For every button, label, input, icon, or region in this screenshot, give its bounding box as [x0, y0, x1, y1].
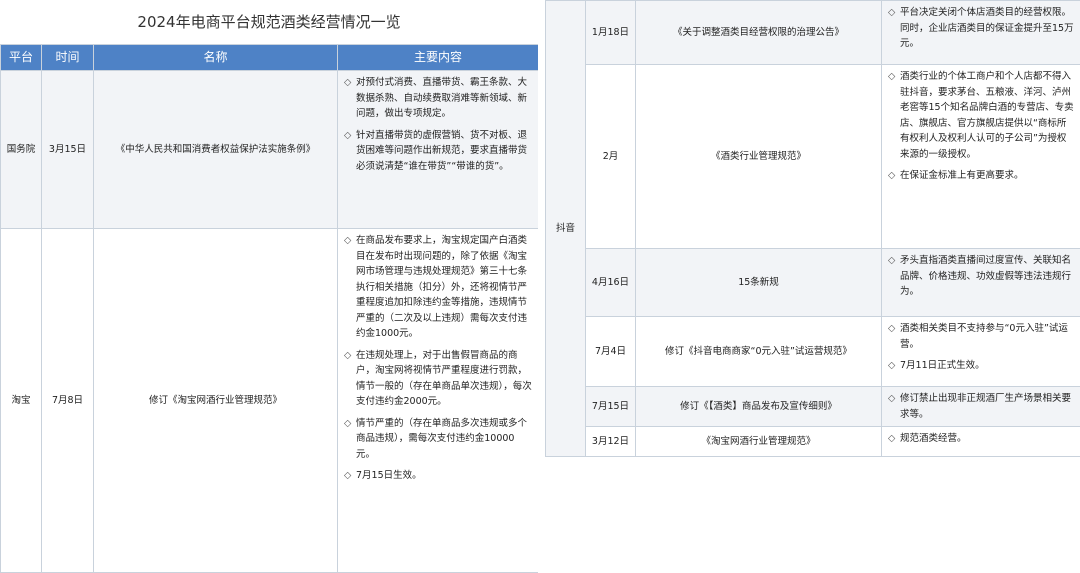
list-item: ◇ 对预付式消费、直播带货、霸王条款、大数据杀熟、自动续费取消难等新领域、新问题，… — [344, 75, 532, 122]
diamond-bullet-icon: ◇ — [888, 433, 896, 444]
list-item: ◇ 规范酒类经营。 — [888, 431, 1074, 447]
item-text: 7月15日生效。 — [356, 470, 422, 481]
platform-cell: 国务院 — [0, 70, 42, 229]
list-item: ◇ 针对直播带货的虚假营销、货不对板、退货困难等问题作出新规范，要求直播带货必须说… — [344, 128, 532, 175]
time-cell: 3月12日 — [585, 426, 636, 457]
name-cell: 《酒类行业管理规范》 — [635, 64, 882, 249]
time-cell: 7月4日 — [585, 316, 636, 387]
time-cell: 4月16日 — [585, 248, 636, 317]
item-text: 平台决定关闭个体店酒类目的经营权限。同时，企业店酒类目的保证金提升至15万元。 — [900, 7, 1074, 49]
table-row: 7月4日 修订《抖音电商商家“0元入驻”试运营规范》 ◇ 酒类相关类目不支持参与“… — [546, 316, 1080, 387]
content-cell: ◇ 酒类行业的个体工商户和个人店都不得入驻抖音，要求茅台、五粮液、洋河、泸州老窖等… — [881, 64, 1080, 249]
list-item: ◇ 情节严重的（存在单商品多次违规或多个商品违规），需每次支付违约金10000元。 — [344, 416, 532, 463]
content-cell: ◇ 矛头直指酒类直播间过度宣传、关联知名品牌、价格违规、功效虚假等违法违规行为。 — [881, 248, 1080, 317]
time-cell: 3月15日 — [41, 70, 94, 229]
table-row: 淘宝 7月8日 修订《淘宝网酒行业管理规范》 ◇ 在商品发布要求上，淘宝规定国产白… — [0, 228, 539, 573]
list-item: ◇ 修订禁止出现非正规酒厂生产场景相关要求等。 — [888, 391, 1074, 422]
list-item: ◇ 矛头直指酒类直播间过度宣传、关联知名品牌、价格违规、功效虚假等违法违规行为。 — [888, 253, 1074, 300]
header-content: 主要内容 — [337, 44, 539, 71]
list-item: ◇ 平台决定关闭个体店酒类目的经营权限。同时，企业店酒类目的保证金提升至15万元。 — [888, 5, 1074, 52]
time-cell: 7月15日 — [585, 386, 636, 427]
left-table-panel: 2024年电商平台规范酒类经营情况一览 平台 时间 名称 主要内容 国务院 3月… — [0, 0, 539, 573]
table-row: 2月 《酒类行业管理规范》 ◇ 酒类行业的个体工商户和个人店都不得入驻抖音，要求茅… — [546, 64, 1080, 249]
list-item: ◇ 酒类相关类目不支持参与“0元入驻”试运营。 — [888, 321, 1074, 352]
name-cell: 《中华人民共和国消费者权益保护法实施条例》 — [93, 70, 338, 229]
diamond-bullet-icon: ◇ — [888, 360, 896, 371]
diamond-bullet-icon: ◇ — [888, 71, 896, 82]
list-item: ◇ 酒类行业的个体工商户和个人店都不得入驻抖音，要求茅台、五粮液、洋河、泸州老窖等… — [888, 69, 1074, 162]
time-cell: 1月18日 — [585, 0, 636, 65]
header-time: 时间 — [41, 44, 94, 71]
name-cell: 修订《【酒类】商品发布及宣传细则》 — [635, 386, 882, 427]
content-cell: ◇ 酒类相关类目不支持参与“0元入驻”试运营。 ◇ 7月11日正式生效。 — [881, 316, 1080, 387]
content-cell: ◇ 平台决定关闭个体店酒类目的经营权限。同时，企业店酒类目的保证金提升至15万元。 — [881, 0, 1080, 65]
list-item: ◇ 在违规处理上，对于出售假冒商品的商户，淘宝网将视情节严重程度进行罚款，情节一般… — [344, 348, 532, 410]
table-row: 国务院 3月15日 《中华人民共和国消费者权益保护法实施条例》 ◇ 对预付式消费、… — [0, 70, 539, 229]
item-text: 修订禁止出现非正规酒厂生产场景相关要求等。 — [900, 393, 1072, 420]
panel-gap — [538, 0, 545, 573]
item-text: 对预付式消费、直播带货、霸王条款、大数据杀熟、自动续费取消难等新领域、新问题，做… — [356, 77, 528, 119]
item-text: 在保证金标准上有更高要求。 — [900, 170, 1024, 181]
name-cell: 修订《淘宝网酒行业管理规范》 — [93, 228, 338, 573]
content-cell: ◇ 在商品发布要求上，淘宝规定国产白酒类目在发布时出现问题的，除了依据《淘宝网市场… — [337, 228, 539, 573]
item-text: 7月11日正式生效。 — [900, 360, 985, 371]
diamond-bullet-icon: ◇ — [888, 393, 896, 404]
content-cell: ◇ 规范酒类经营。 — [881, 426, 1080, 457]
name-cell: 《关于调整酒类目经营权限的治理公告》 — [635, 0, 882, 65]
diamond-bullet-icon: ◇ — [888, 323, 896, 334]
right-table: 抖音 1月18日 《关于调整酒类目经营权限的治理公告》 ◇ 平台决定关闭个体店酒类… — [545, 0, 1080, 457]
item-text: 规范酒类经营。 — [900, 433, 967, 444]
diamond-bullet-icon: ◇ — [344, 235, 352, 246]
list-item: ◇ 在商品发布要求上，淘宝规定国产白酒类目在发布时出现问题的，除了依据《淘宝网市场… — [344, 233, 532, 342]
item-text: 在商品发布要求上，淘宝规定国产白酒类目在发布时出现问题的，除了依据《淘宝网市场管… — [356, 235, 528, 339]
diamond-bullet-icon: ◇ — [888, 170, 896, 181]
item-text: 矛头直指酒类直播间过度宣传、关联知名品牌、价格违规、功效虚假等违法违规行为。 — [900, 255, 1072, 297]
content-cell: ◇ 修订禁止出现非正规酒厂生产场景相关要求等。 — [881, 386, 1080, 427]
item-text: 酒类相关类目不支持参与“0元入驻”试运营。 — [900, 323, 1068, 350]
list-item: ◇ 在保证金标准上有更高要求。 — [888, 168, 1074, 184]
header-name: 名称 — [93, 44, 338, 71]
diamond-bullet-icon: ◇ — [344, 129, 352, 141]
content-cell: ◇ 对预付式消费、直播带货、霸王条款、大数据杀熟、自动续费取消难等新领域、新问题，… — [337, 70, 539, 229]
diamond-bullet-icon: ◇ — [344, 77, 352, 88]
time-cell: 2月 — [585, 64, 636, 249]
diamond-bullet-icon: ◇ — [344, 349, 352, 361]
name-cell: 《淘宝网酒行业管理规范》 — [635, 426, 882, 457]
table-row: 抖音 1月18日 《关于调整酒类目经营权限的治理公告》 ◇ 平台决定关闭个体店酒类… — [545, 0, 1080, 457]
diamond-bullet-icon: ◇ — [344, 417, 352, 429]
item-text: 在违规处理上，对于出售假冒商品的商户，淘宝网将视情节严重程度进行罚款，情节一般的… — [356, 349, 532, 408]
table-row: 3月12日 《淘宝网酒行业管理规范》 ◇ 规范酒类经营。 — [546, 426, 1080, 457]
table-row: 4月16日 15条新规 ◇ 矛头直指酒类直播间过度宣传、关联知名品牌、价格违规、功… — [546, 248, 1080, 317]
diamond-bullet-icon: ◇ — [888, 7, 896, 18]
item-text: 酒类行业的个体工商户和个人店都不得入驻抖音，要求茅台、五粮液、洋河、泸州老窖等1… — [900, 71, 1074, 160]
diamond-bullet-icon: ◇ — [888, 255, 896, 266]
list-item: ◇ 7月15日生效。 — [344, 468, 532, 484]
item-text: 情节严重的（存在单商品多次违规或多个商品违规），需每次支付违约金10000元。 — [356, 417, 528, 460]
page-title: 2024年电商平台规范酒类经营情况一览 — [137, 13, 401, 31]
platform-cell: 淘宝 — [0, 228, 42, 573]
platform-cell: 抖音 — [545, 0, 586, 457]
header-platform: 平台 — [0, 44, 42, 71]
diamond-bullet-icon: ◇ — [344, 470, 352, 481]
item-text: 针对直播带货的虚假营销、货不对板、退货困难等问题作出新规范，要求直播带货必须说清… — [356, 129, 528, 172]
time-cell: 7月8日 — [41, 228, 94, 573]
name-cell: 15条新规 — [635, 248, 882, 317]
table-row: 7月15日 修订《【酒类】商品发布及宣传细则》 ◇ 修订禁止出现非正规酒厂生产场景… — [546, 386, 1080, 427]
list-item: ◇ 7月11日正式生效。 — [888, 358, 1074, 374]
right-table-panel: 抖音 1月18日 《关于调整酒类目经营权限的治理公告》 ◇ 平台决定关闭个体店酒类… — [545, 0, 1080, 470]
table-header-row: 平台 时间 名称 主要内容 — [0, 44, 539, 71]
name-cell: 修订《抖音电商商家“0元入驻”试运营规范》 — [635, 316, 882, 387]
left-table: 平台 时间 名称 主要内容 国务院 3月15日 《中华人民共和国消费者权益保护法… — [0, 44, 539, 573]
